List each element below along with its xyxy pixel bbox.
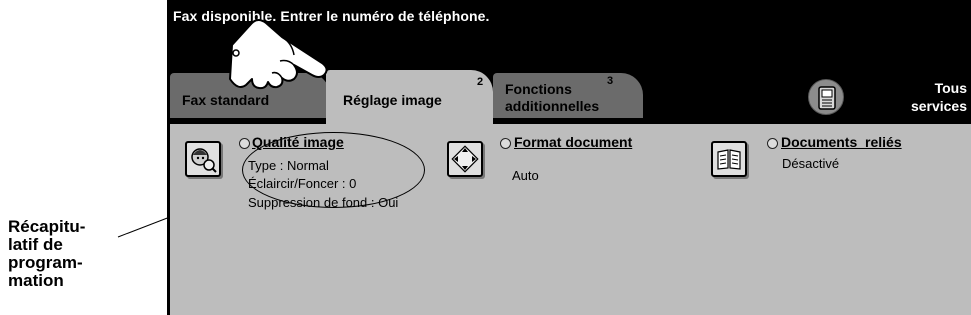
- document-format-value: Auto: [512, 168, 539, 183]
- tab-image-settings-number: 2: [477, 76, 484, 88]
- callout-line-2: latif de: [8, 235, 63, 254]
- image-settings-content: Qualité image Type : Normal Éclaircir/Fo…: [170, 124, 971, 315]
- bound-documents-icon: [717, 149, 741, 170]
- tab-image-settings[interactable]: Réglage image 2: [326, 70, 493, 124]
- image-quality-type: Type : Normal: [248, 158, 329, 173]
- document-format-title[interactable]: Format document: [514, 134, 632, 150]
- document-format-radio[interactable]: [500, 138, 511, 149]
- tab-image-settings-label: Réglage image: [343, 92, 442, 108]
- tab-additional-features-number: 3: [607, 75, 614, 87]
- device-control-panel: Fax disponible. Entrer le numéro de télé…: [167, 0, 971, 315]
- image-quality-background-suppression: Suppression de fond : Oui: [248, 195, 399, 210]
- tab-fax-standard-label: Fax standard: [182, 92, 270, 108]
- image-quality-icon: [191, 148, 217, 173]
- document-format-icon: [451, 145, 479, 173]
- callout-line-1: Récapitu-: [8, 217, 86, 236]
- all-services-line-1: Tous: [934, 80, 967, 96]
- image-quality-radio[interactable]: [239, 138, 250, 149]
- tab-additional-features-line-1: Fonctions: [505, 81, 572, 97]
- tab-fax-standard[interactable]: Fax standard: [170, 73, 330, 118]
- bound-documents-radio[interactable]: [767, 138, 778, 149]
- all-services-label: Tous services: [911, 79, 967, 115]
- bound-documents-title[interactable]: Documents reliés: [781, 134, 902, 150]
- document-format-button[interactable]: [447, 141, 483, 177]
- bound-documents-button[interactable]: [711, 141, 747, 177]
- callout-line-4: mation: [8, 271, 64, 290]
- all-services-button[interactable]: Tous services: [808, 77, 971, 117]
- all-services-line-2: services: [910, 98, 967, 114]
- bound-documents-value: Désactivé: [782, 156, 840, 171]
- image-quality-title[interactable]: Qualité image: [252, 134, 344, 150]
- image-quality-lighten-darken: Éclaircir/Foncer : 0: [248, 176, 357, 191]
- status-message: Fax disponible. Entrer le numéro de télé…: [173, 8, 490, 24]
- tab-additional-features-line-2: additionnelles: [505, 98, 600, 114]
- tab-additional-features[interactable]: Fonctions additionnelles 3: [493, 73, 643, 118]
- services-icon: [808, 79, 844, 115]
- callout-line-3: program-: [8, 253, 83, 272]
- image-quality-button[interactable]: [185, 141, 221, 177]
- tab-additional-features-label: Fonctions additionnelles: [505, 81, 599, 115]
- programming-summary-callout: Récapitu- latif de program- mation: [8, 218, 128, 290]
